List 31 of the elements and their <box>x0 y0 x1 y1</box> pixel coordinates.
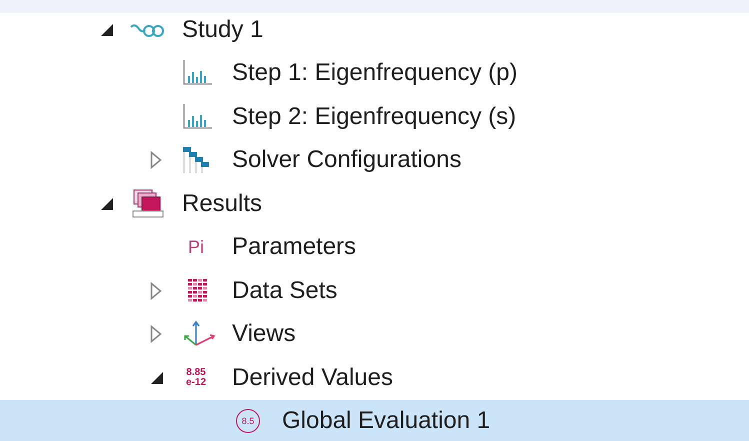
value-circle-icon: 8.5 <box>236 409 260 434</box>
tree-item[interactable]: Solver Configurations <box>0 138 749 182</box>
stacked-windows-icon <box>130 188 166 220</box>
number-icon: 8.85 e-12 <box>186 368 206 388</box>
expand-arrow-icon[interactable] <box>150 151 162 170</box>
tree-item-label: Global Evaluation 1 <box>282 407 490 436</box>
collapse-arrow-icon[interactable] <box>100 196 114 211</box>
expand-arrow-icon[interactable] <box>150 325 162 344</box>
tree-item[interactable]: Pi Parameters <box>0 226 749 269</box>
tree-item-label: Derived Values <box>232 364 393 392</box>
selected-tree-item[interactable]: 8.5 Global Evaluation 1 <box>0 400 749 441</box>
tree-item-label: Data Sets <box>232 276 338 305</box>
tree-item[interactable]: Views <box>0 312 749 356</box>
expand-arrow-icon[interactable] <box>150 282 162 300</box>
collapse-arrow-icon[interactable] <box>150 370 164 385</box>
tree-item[interactable]: Step 2: Eigenfrequency (s) <box>0 95 749 138</box>
tree-item[interactable]: Study 1 <box>0 8 749 52</box>
tree-item-label: Solver Configurations <box>232 146 462 174</box>
tree-item-label: Results <box>182 190 262 218</box>
tree-item[interactable]: Results <box>0 182 749 226</box>
tree-item-label: Study 1 <box>182 16 264 44</box>
tree-item[interactable]: Data Sets <box>0 269 749 312</box>
tree-item-label: Parameters <box>232 233 356 262</box>
tree-item-label: Step 2: Eigenfrequency (s) <box>232 102 516 131</box>
parameters-icon: Pi <box>188 236 204 258</box>
tree-item-label: Step 1: Eigenfrequency (p) <box>232 59 518 88</box>
glasses-icon <box>130 22 164 38</box>
tree-item-label: Views <box>232 320 296 348</box>
tree-item[interactable]: 8.85 e-12 Derived Values <box>0 356 749 400</box>
collapse-arrow-icon[interactable] <box>100 22 114 37</box>
tree-item[interactable]: Step 1: Eigenfrequency (p) <box>0 52 749 95</box>
